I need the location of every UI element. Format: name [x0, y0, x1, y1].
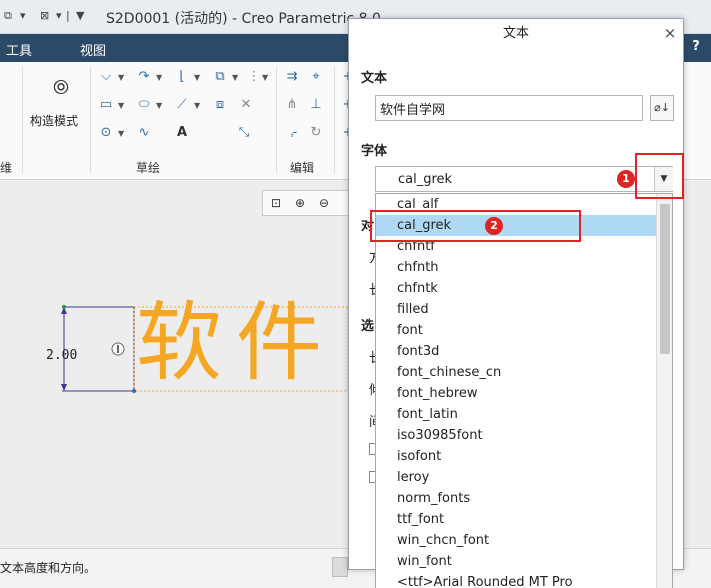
- font-dropdown-value: cal_grek: [398, 172, 453, 187]
- font-option[interactable]: font_latin: [376, 404, 656, 425]
- annotation-badge-1: 1: [617, 170, 635, 188]
- font-option[interactable]: leroy: [376, 467, 656, 488]
- symbol-icon: ⌀↓: [654, 101, 670, 114]
- font-option[interactable]: font: [376, 320, 656, 341]
- text-input[interactable]: [375, 95, 643, 121]
- font-list-scrollbar[interactable]: [656, 194, 672, 588]
- scrollbar-thumb[interactable]: [660, 204, 670, 354]
- font-option[interactable]: chfnth: [376, 257, 656, 278]
- filter-button[interactable]: [332, 557, 348, 577]
- font-option[interactable]: isofont: [376, 446, 656, 467]
- annotation-box-1: [635, 153, 684, 199]
- insert-symbol-button[interactable]: ⌀↓: [650, 95, 674, 121]
- dimension-value[interactable]: 2.00: [46, 348, 77, 363]
- annotation-badge-2: 2: [485, 217, 503, 235]
- font-option[interactable]: iso30985font: [376, 425, 656, 446]
- font-option[interactable]: ttf_font: [376, 509, 656, 530]
- annotation-box-2: [370, 210, 581, 242]
- font-option-list[interactable]: cal_alf cal_grek chfntf chfnth chfntk filled f…: [375, 193, 673, 588]
- status-message: 文本高度和方向。: [0, 561, 97, 575]
- font-option[interactable]: font_hebrew: [376, 383, 656, 404]
- font-section-label: 字体: [361, 144, 388, 159]
- text-dialog: 文本 × 文本 ⌀↓ 字体 对 方 长 选 长 倾 间 cal_grek ▼ c…: [348, 18, 684, 588]
- font-option[interactable]: filled: [376, 299, 656, 320]
- text-section-label: 文本: [361, 71, 388, 86]
- close-icon[interactable]: ×: [662, 25, 678, 41]
- dimension-endpoint: [62, 305, 66, 309]
- font-option[interactable]: norm_fonts: [376, 488, 656, 509]
- options-section-label: 选: [361, 319, 375, 334]
- dialog-title: 文本: [349, 19, 683, 49]
- font-option[interactable]: win_chcn_font: [376, 530, 656, 551]
- font-option[interactable]: font_chinese_cn: [376, 362, 656, 383]
- font-option[interactable]: <ttf>Arial Rounded MT Pro: [376, 572, 656, 588]
- font-option[interactable]: chfntk: [376, 278, 656, 299]
- font-option[interactable]: font3d: [376, 341, 656, 362]
- font-option[interactable]: win_font: [376, 551, 656, 572]
